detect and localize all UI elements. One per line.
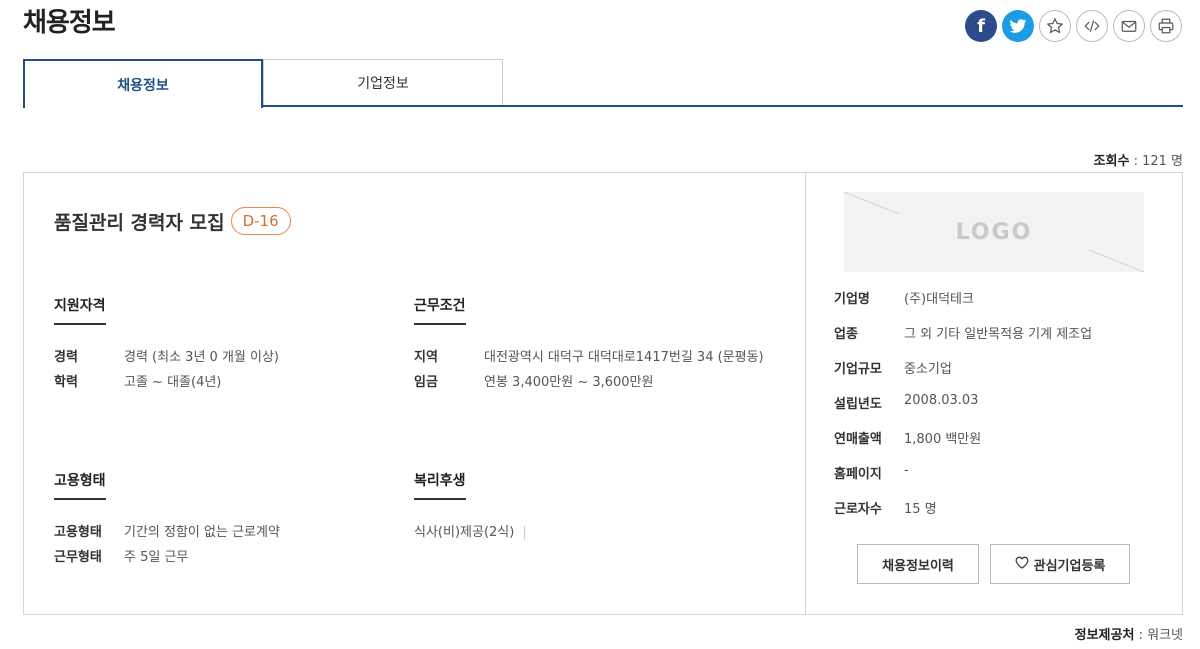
company-info-row: 기업명 (주)대덕테크 [834, 288, 1092, 323]
info-source-label: 정보제공처 [1074, 628, 1135, 643]
row-key: 기업규모 [834, 362, 882, 377]
company-info-row: 홈페이지 - [834, 463, 1092, 498]
heart-icon [1015, 556, 1029, 573]
row-value: 연봉 3,400만원 ~ 3,600만원 [484, 375, 654, 390]
section-title: 복리후생 [414, 470, 466, 500]
tab-bar: 채용정보 기업정보 [23, 59, 1183, 108]
row-key: 고용형태 [54, 525, 102, 540]
logo-placeholder-text: LOGO [955, 219, 1033, 245]
row-value: 그 외 기타 일반목적용 기계 제조업 [904, 327, 1093, 342]
facebook-glyph: f [977, 15, 985, 37]
row-key: 근무형태 [54, 550, 102, 565]
tab-company-info[interactable]: 기업정보 [263, 59, 503, 105]
info-row: 경력 경력 (최소 3년 0 개월 이상) [54, 345, 384, 370]
twitter-icon[interactable] [1002, 10, 1034, 42]
company-panel: LOGO 기업명 (주)대덕테크 업종 그 외 기타 일반목적용 기계 제조업 기업… [805, 173, 1182, 614]
job-detail-panel: 품질관리 경력자 모집 D-16 지원자격 경력 경력 (최소 3년 0 개월 이… [24, 173, 805, 614]
section-welfare: 복리후생 식사(비)제공(2식) | [414, 470, 784, 545]
info-source: 정보제공처 : 워크넷 [1074, 628, 1183, 643]
facebook-icon[interactable]: f [965, 10, 997, 42]
company-logo: LOGO [844, 192, 1144, 272]
view-count: 조회수 : 121 명 [1093, 154, 1183, 169]
company-info-row: 설립년도 2008.03.03 [834, 393, 1092, 428]
company-info-row: 기업규모 중소기업 [834, 358, 1092, 393]
favorite-company-button[interactable]: 관심기업등록 [990, 544, 1130, 584]
section-qualification: 지원자격 경력 경력 (최소 3년 0 개월 이상) 학력 고졸 ~ 대졸(4년) [54, 295, 384, 395]
section-title: 고용형태 [54, 470, 106, 500]
row-key: 근로자수 [834, 502, 882, 517]
company-info-row: 연매출액 1,800 백만원 [834, 428, 1092, 463]
info-row: 근무형태 주 5일 근무 [54, 545, 384, 570]
job-card: 품질관리 경력자 모집 D-16 지원자격 경력 경력 (최소 3년 0 개월 이… [23, 172, 1183, 615]
row-value: 고졸 ~ 대졸(4년) [124, 375, 222, 390]
row-key: 업종 [834, 327, 858, 342]
row-key: 지역 [414, 350, 438, 365]
company-info-row: 근로자수 15 명 [834, 498, 1092, 533]
section-title: 근무조건 [414, 295, 466, 325]
info-row: 식사(비)제공(2식) | [414, 520, 784, 545]
row-key: 경력 [54, 350, 78, 365]
star-icon[interactable] [1039, 10, 1071, 42]
row-key: 연매출액 [834, 432, 882, 447]
share-toolbar: f [965, 10, 1182, 42]
row-value: 2008.03.03 [904, 393, 979, 408]
row-value: 1,800 백만원 [904, 432, 982, 447]
row-value: 대전광역시 대덕구 대덕대로1417번길 34 (문평동) [484, 350, 764, 365]
company-info-row: 업종 그 외 기타 일반목적용 기계 제조업 [834, 323, 1092, 358]
info-row: 지역 대전광역시 대덕구 대덕대로1417번길 34 (문평동) [414, 345, 784, 370]
view-count-value: 121 명 [1142, 154, 1183, 169]
section-employment: 고용형태 고용형태 기간의 정함이 없는 근로계약 근무형태 주 5일 근무 [54, 470, 384, 570]
print-icon[interactable] [1150, 10, 1182, 42]
row-key: 임금 [414, 375, 438, 390]
section-title: 지원자격 [54, 295, 106, 325]
divider: | [522, 525, 527, 540]
row-key: 학력 [54, 375, 78, 390]
section-conditions: 근무조건 지역 대전광역시 대덕구 대덕대로1417번길 34 (문평동) 임금 연… [414, 295, 784, 395]
row-value: (주)대덕테크 [904, 292, 974, 307]
row-value: 15 명 [904, 502, 937, 517]
row-value: 경력 (최소 3년 0 개월 이상) [124, 350, 279, 365]
row-key: 설립년도 [834, 397, 882, 412]
info-row: 임금 연봉 3,400만원 ~ 3,600만원 [414, 370, 784, 395]
page-title: 채용정보 [23, 8, 116, 38]
company-info-list: 기업명 (주)대덕테크 업종 그 외 기타 일반목적용 기계 제조업 기업규모 중소기… [834, 288, 1092, 533]
job-history-label: 채용정보이력 [882, 558, 954, 574]
dday-badge: D-16 [230, 207, 291, 235]
welfare-item: 식사(비)제공(2식) [414, 525, 515, 540]
view-count-label: 조회수 [1093, 154, 1130, 169]
info-source-value: 워크넷 [1147, 628, 1183, 643]
job-history-button[interactable]: 채용정보이력 [857, 544, 979, 584]
embed-code-icon[interactable] [1076, 10, 1108, 42]
info-row: 고용형태 기간의 정함이 없는 근로계약 [54, 520, 384, 545]
row-value: 기간의 정함이 없는 근로계약 [124, 525, 280, 540]
row-value: - [904, 463, 909, 478]
mail-icon[interactable] [1113, 10, 1145, 42]
row-key: 홈페이지 [834, 467, 882, 482]
job-title: 품질관리 경력자 모집 D-16 [54, 207, 291, 235]
row-value: 중소기업 [904, 362, 952, 377]
row-value: 주 5일 근무 [124, 550, 189, 565]
info-row: 학력 고졸 ~ 대졸(4년) [54, 370, 384, 395]
row-key: 기업명 [834, 292, 870, 307]
favorite-company-label: 관심기업등록 [1033, 558, 1106, 574]
job-title-text: 품질관리 경력자 모집 [54, 211, 225, 234]
tab-job-info[interactable]: 채용정보 [23, 59, 263, 108]
